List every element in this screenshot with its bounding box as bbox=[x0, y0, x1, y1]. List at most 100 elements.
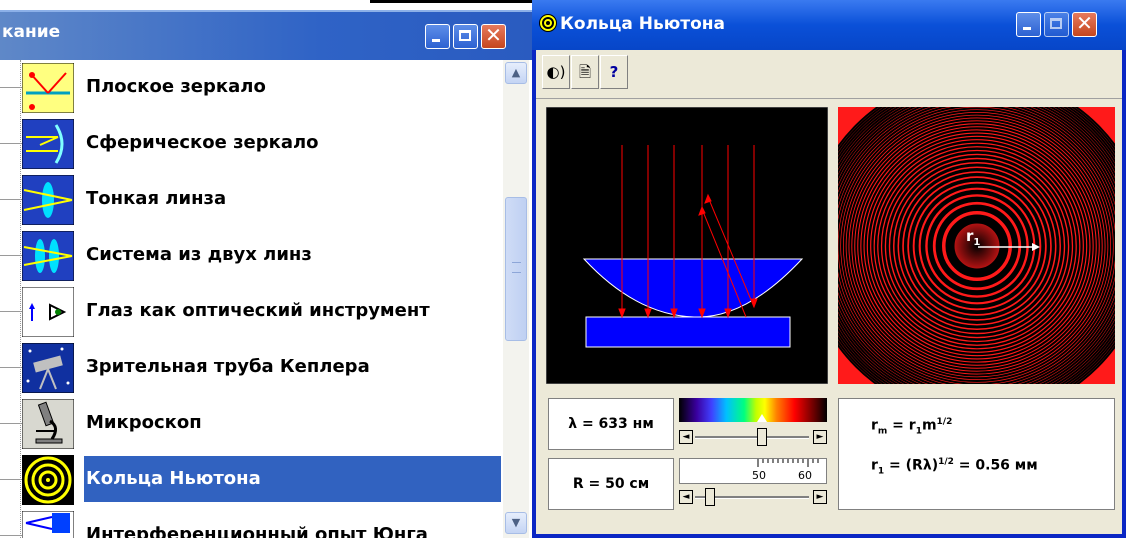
radius-scale-ticks bbox=[757, 459, 819, 467]
close-icon: ✕ bbox=[1076, 11, 1093, 35]
grip-icon bbox=[512, 262, 521, 273]
tree-branch bbox=[0, 479, 22, 480]
wavelength-decrease-button[interactable]: ◄ bbox=[679, 430, 693, 444]
radius-decrease-button[interactable]: ◄ bbox=[679, 490, 693, 504]
list-item[interactable]: Тонкая линза bbox=[0, 172, 503, 228]
maximize-button[interactable] bbox=[453, 24, 478, 49]
left-window-titlebar[interactable]: кание ✕ bbox=[0, 10, 532, 60]
wavelength-increase-button[interactable]: ► bbox=[813, 430, 827, 444]
radius-slider[interactable]: 50 60 ◄ ► bbox=[679, 458, 827, 510]
wavelength-slider-thumb[interactable] bbox=[757, 428, 768, 446]
minimize-button[interactable] bbox=[1016, 12, 1041, 37]
experiment-list: Плоское зеркало Сферическое зеркало Тонк… bbox=[0, 60, 503, 538]
left-window: кание ✕ Плоское зеркало Сферическое зерк… bbox=[0, 0, 532, 538]
wavelength-slider-track bbox=[695, 436, 809, 439]
radius-increase-button[interactable]: ► bbox=[813, 490, 827, 504]
eye-icon bbox=[22, 287, 74, 337]
help-icon: ? bbox=[609, 63, 619, 81]
speaker-icon: ◐) bbox=[546, 63, 566, 81]
radius-display: R = 50 см bbox=[548, 458, 674, 510]
list-item[interactable]: Микроскоп bbox=[0, 396, 503, 452]
right-window-title: Кольца Ньютона bbox=[560, 14, 726, 34]
list-item-label: Зрительная труба Кеплера bbox=[86, 356, 370, 377]
tree-branch bbox=[0, 143, 22, 144]
list-item-label: Глаз как оптический инструмент bbox=[86, 300, 430, 321]
thin-lens-icon bbox=[22, 175, 74, 225]
formula-rm-eq: = r bbox=[887, 417, 916, 434]
scroll-thumb[interactable] bbox=[505, 197, 527, 341]
arrow-left-icon: ◄ bbox=[682, 492, 690, 502]
right-window: Кольца Ньютона ✕ ◐) 🗎 ? r1 λ = 633 нм R … bbox=[532, 0, 1126, 538]
wavelength-slider[interactable]: ◄ ► bbox=[679, 398, 827, 450]
list-item[interactable]: Плоское зеркало bbox=[0, 60, 503, 116]
chevron-down-icon: ▼ bbox=[511, 516, 521, 529]
arrow-right-icon: ► bbox=[816, 492, 824, 502]
list-item[interactable]: Кольца Ньютона bbox=[0, 452, 503, 508]
spectrum-bar bbox=[679, 398, 827, 422]
scale-label-50: 50 bbox=[752, 469, 766, 482]
window-top-gap bbox=[0, 0, 370, 10]
arrow-right-icon: ► bbox=[816, 432, 824, 442]
telescope-icon bbox=[22, 343, 74, 393]
list-item[interactable]: Сферическое зеркало bbox=[0, 116, 503, 172]
formula-rm-msub: m bbox=[877, 426, 888, 437]
radius-slider-thumb[interactable] bbox=[705, 488, 716, 506]
formula-rm: rm = r1m1/2 bbox=[871, 417, 952, 436]
arrow-left-icon: ◄ bbox=[682, 432, 690, 442]
formula-rm-r: r bbox=[871, 417, 878, 434]
scroll-down-button[interactable]: ▼ bbox=[505, 512, 527, 534]
young-experiment-icon bbox=[22, 511, 74, 538]
formula-panel: rm = r1m1/2 r1 = (Rλ)1/2 = 0.56 мм bbox=[838, 398, 1115, 510]
formula-r1-eq: = (Rλ) bbox=[884, 457, 939, 474]
newton-rings-pattern: r1 bbox=[838, 107, 1115, 384]
vertical-scrollbar[interactable]: ▲ ▼ bbox=[503, 60, 529, 538]
list-item-label: Сферическое зеркало bbox=[86, 132, 319, 153]
formula-r1: r1 = (Rλ)1/2 = 0.56 мм bbox=[871, 457, 1038, 476]
close-button[interactable]: ✕ bbox=[481, 23, 506, 49]
r1-sub: 1 bbox=[973, 237, 980, 248]
list-item-label: Плоское зеркало bbox=[86, 76, 266, 97]
minimize-icon bbox=[1023, 27, 1031, 30]
tree-branch bbox=[0, 199, 22, 200]
document-button[interactable]: 🗎 bbox=[571, 55, 599, 89]
newton-rings-app-icon bbox=[539, 14, 557, 32]
list-item[interactable]: Система из двух линз bbox=[0, 228, 503, 284]
minimize-icon bbox=[432, 39, 440, 42]
formula-r1-sup: 1/2 bbox=[938, 457, 954, 467]
sound-button[interactable]: ◐) bbox=[542, 55, 570, 89]
document-icon: 🗎 bbox=[578, 63, 592, 81]
spherical-mirror-icon bbox=[22, 119, 74, 169]
tree-branch bbox=[0, 535, 22, 536]
window-top-edge bbox=[370, 0, 532, 10]
maximize-icon bbox=[1050, 18, 1062, 29]
list-item[interactable]: Интерференционный опыт Юнга bbox=[0, 508, 503, 538]
tree-branch bbox=[0, 311, 22, 312]
scale-label-60: 60 bbox=[798, 469, 812, 482]
formula-rm-m: m bbox=[921, 417, 937, 434]
lens-ray-diagram bbox=[546, 107, 828, 384]
formula-rm-sup: 1/2 bbox=[936, 417, 953, 427]
formula-r1-tail: = 0.56 мм bbox=[953, 457, 1038, 474]
maximize-button bbox=[1044, 12, 1069, 37]
newton-rings-icon bbox=[22, 455, 74, 505]
list-item-label: Тонкая линза bbox=[86, 188, 227, 209]
tree-branch bbox=[0, 255, 22, 256]
help-button[interactable]: ? bbox=[600, 55, 628, 89]
wavelength-display: λ = 633 нм bbox=[548, 398, 674, 450]
formula-r1-r: r bbox=[871, 457, 878, 474]
maximize-icon bbox=[459, 30, 471, 41]
radius-scale: 50 60 bbox=[679, 458, 827, 484]
scroll-up-button[interactable]: ▲ bbox=[505, 62, 527, 84]
minimize-button[interactable] bbox=[425, 24, 450, 49]
tree-branch bbox=[0, 87, 22, 88]
list-item[interactable]: Глаз как оптический инструмент bbox=[0, 284, 503, 340]
close-button[interactable]: ✕ bbox=[1072, 11, 1097, 37]
close-icon: ✕ bbox=[485, 23, 502, 47]
list-item[interactable]: Зрительная труба Кеплера bbox=[0, 340, 503, 396]
left-window-title: кание bbox=[2, 22, 61, 42]
two-lens-icon bbox=[22, 231, 74, 281]
list-item-label: Кольца Ньютона bbox=[84, 456, 501, 502]
list-item-label: Микроскоп bbox=[86, 412, 202, 433]
toolbar-divider bbox=[536, 98, 1122, 99]
tree-branch bbox=[0, 367, 22, 368]
